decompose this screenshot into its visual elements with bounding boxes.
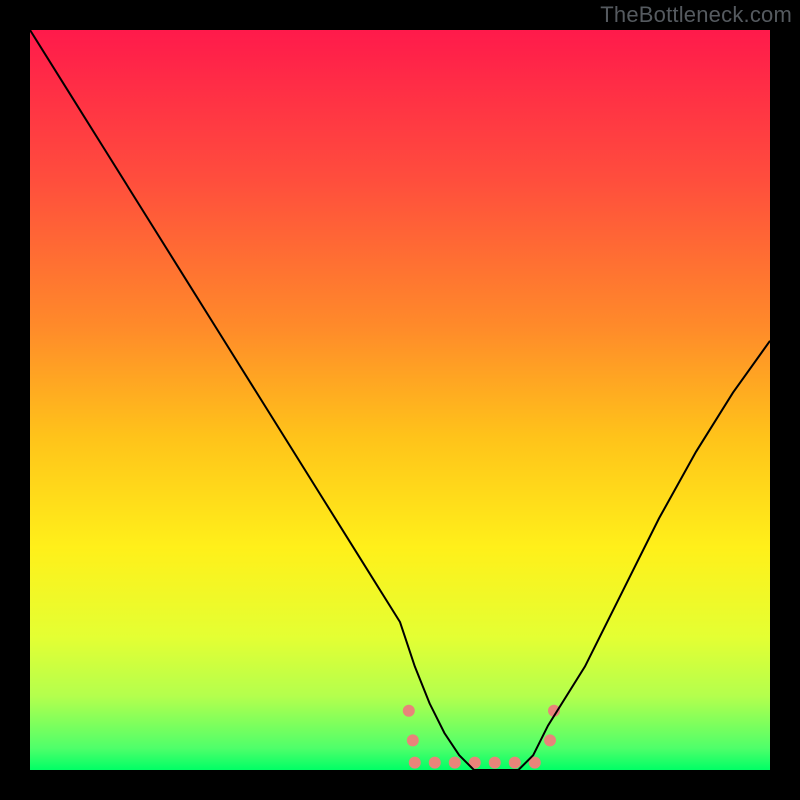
marker-dot: [489, 757, 501, 769]
marker-dot: [449, 757, 461, 769]
chart-svg: [30, 30, 770, 770]
marker-dot: [403, 705, 415, 717]
marker-dot: [409, 757, 421, 769]
marker-dot: [407, 734, 419, 746]
marker-dot: [544, 734, 556, 746]
gradient-background: [30, 30, 770, 770]
plot-area: [30, 30, 770, 770]
chart-frame: TheBottleneck.com: [0, 0, 800, 800]
marker-dot: [429, 757, 441, 769]
watermark-text: TheBottleneck.com: [600, 2, 792, 28]
marker-dot: [509, 757, 521, 769]
